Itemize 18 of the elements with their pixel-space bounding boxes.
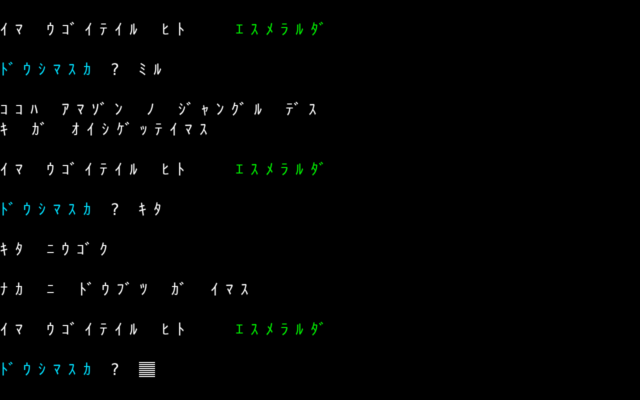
- location-label: ｲﾏ ｳｺﾞｲﾃｲﾙ ﾋﾄ: [0, 161, 192, 179]
- character-name: ｴｽﾒﾗﾙﾀﾞ: [235, 161, 334, 179]
- command-prompt: ﾄﾞｳｼﾏｽｶ: [0, 201, 98, 219]
- typed-command: ﾐﾙ: [138, 61, 169, 79]
- character-name: ｴｽﾒﾗﾙﾀﾞ: [235, 21, 334, 39]
- character-name: ｴｽﾒﾗﾙﾀﾞ: [235, 321, 334, 339]
- narration-text: ｷ ｶﾞ ｵｲｼｹﾞｯﾃｲﾏｽ: [0, 121, 214, 139]
- command-prompt: ﾄﾞｳｼﾏｽｶ: [0, 361, 98, 379]
- narration-text: ﾅｶ ﾆ ﾄﾞｳﾌﾞﾂ ｶﾞ ｲﾏｽ: [0, 281, 256, 299]
- location-label: ｲﾏ ｳｺﾞｲﾃｲﾙ ﾋﾄ: [0, 321, 192, 339]
- question-mark: ?: [110, 201, 127, 219]
- narration-text: ｺｺﾊ ｱﾏｿﾞﾝ ﾉ ｼﾞｬﾝｸﾞﾙ ﾃﾞｽ: [0, 101, 324, 119]
- location-label: ｲﾏ ｳｺﾞｲﾃｲﾙ ﾋﾄ: [0, 21, 192, 39]
- narration-text: ｷﾀ ﾆｳｺﾞｸ: [0, 241, 115, 259]
- command-prompt: ﾄﾞｳｼﾏｽｶ: [0, 61, 98, 79]
- question-mark: ?: [110, 361, 127, 379]
- question-mark: ?: [110, 61, 127, 79]
- typed-command: ｷﾀ: [138, 201, 169, 219]
